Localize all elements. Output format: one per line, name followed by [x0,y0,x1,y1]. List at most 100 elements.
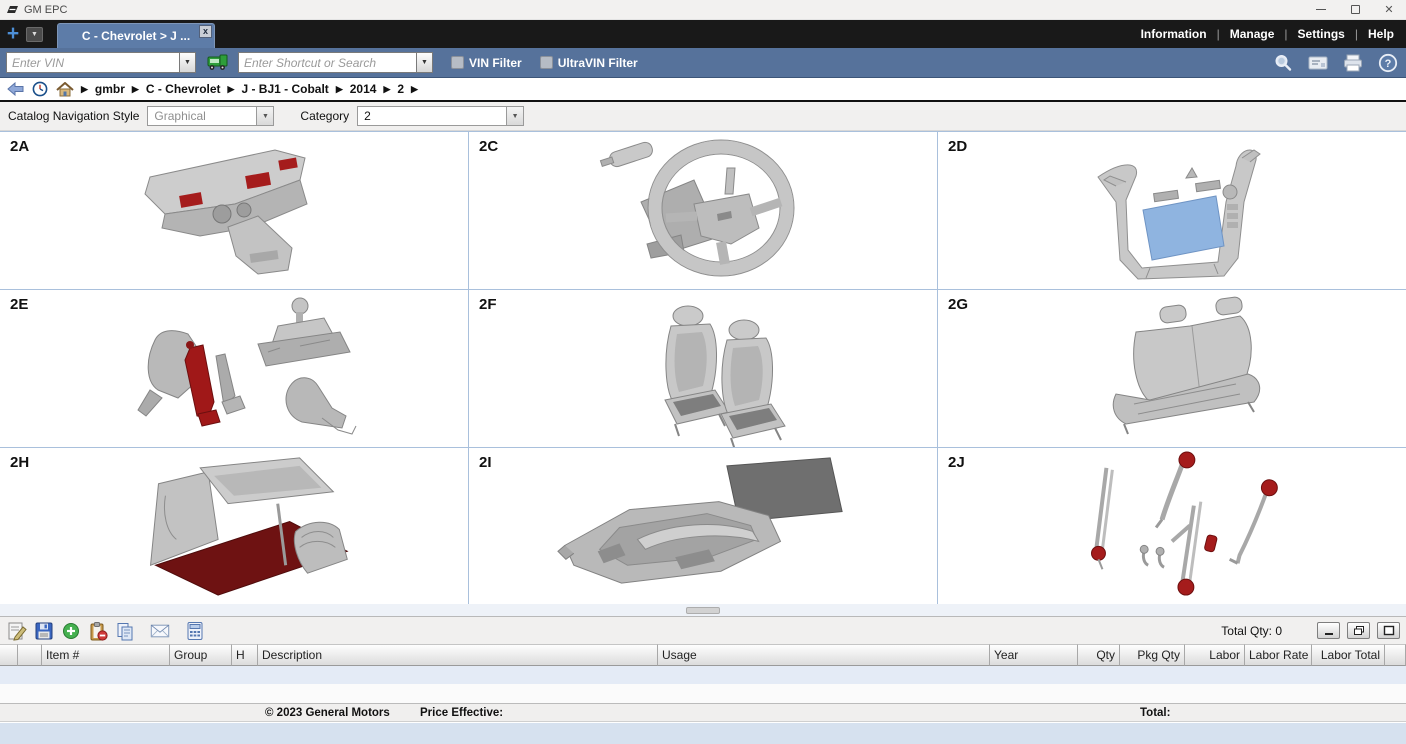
panel-maximize-icon[interactable] [1377,622,1400,639]
menu-item-settings[interactable]: Settings [1298,27,1345,41]
column-header-labor-rate[interactable]: Labor Rate [1245,644,1312,666]
column-header-usage[interactable]: Usage [658,644,990,666]
breadcrumb-separator-icon: ▶ [383,84,390,95]
price-effective-label: Price Effective: [420,707,503,719]
search-icon[interactable] [1271,52,1295,74]
breadcrumb-separator-icon: ▶ [81,84,88,95]
add-item-icon[interactable] [60,620,82,641]
column-header-labor-total[interactable]: Labor Total [1312,644,1385,666]
floor-carpet-illustration [469,448,937,604]
report-calculator-icon[interactable] [184,620,206,641]
copy-icon[interactable] [114,620,136,641]
column-header-select[interactable] [0,644,18,666]
column-header-pkg-qty[interactable]: Pkg Qty [1120,644,1185,666]
home-icon[interactable] [56,81,74,97]
active-catalog-tab[interactable]: C - Chevrolet > J ... x [57,23,215,48]
menu-item-information[interactable]: Information [1141,27,1207,41]
column-header-flag[interactable] [18,644,42,666]
catalog-filter-row: Catalog Navigation Style Graphical ▼ Cat… [0,102,1406,131]
bottom-strip [0,722,1406,744]
title-bar: GM EPC ✕ [0,0,1406,20]
vin-input-group: ▼ [6,52,196,73]
menu-item-manage[interactable]: Manage [1230,27,1275,41]
save-icon[interactable] [33,620,55,641]
category-label: Category [300,109,349,123]
catalog-cell-2E[interactable]: 2E [0,290,468,447]
tab-list-dropdown-icon[interactable]: ▼ [26,27,43,42]
breadcrumb-item-year[interactable]: 2014 [350,82,377,96]
column-header-year[interactable]: Year [990,644,1078,666]
chevron-down-icon: ▼ [256,107,273,125]
catalog-cell-2H[interactable]: 2H [0,448,468,604]
maximize-window-icon[interactable] [1338,0,1372,19]
svg-text:?: ? [1385,58,1392,70]
parts-table-header: Item # Group H Description Usage Year Qt… [0,644,1406,666]
column-header-item[interactable]: Item # [42,644,170,666]
help-icon[interactable]: ? [1376,52,1400,74]
edit-notes-icon[interactable] [6,620,28,641]
print-icon[interactable] [1341,52,1365,74]
tab-label: C - Chevrolet > J ... [82,29,190,43]
category-value: 2 [358,107,506,125]
vin-filter-checkbox-group: VIN Filter [451,56,522,70]
instrument-panel-illustration [0,132,468,289]
breadcrumb-separator-icon: ▶ [132,84,139,95]
total-label: Total: [1140,707,1170,719]
column-header-labor[interactable]: Labor [1185,644,1245,666]
breadcrumb-separator-icon: ▶ [411,84,418,95]
catalog-cell-2F[interactable]: 2F [469,290,937,447]
ultravin-filter-label: UltraVIN Filter [558,56,638,70]
breadcrumb-item-gmbr[interactable]: gmbr [95,82,125,96]
menu-item-help[interactable]: Help [1368,27,1394,41]
catalog-cell-2G[interactable]: 2G [938,290,1406,447]
close-window-icon[interactable]: ✕ [1372,0,1406,19]
parts-toolbar: Total Qty: 0 [0,617,1406,644]
column-header-qty[interactable]: Qty [1078,644,1120,666]
main-menu: Information | Manage | Settings | Help [1141,20,1394,48]
email-icon[interactable] [149,620,171,641]
catalog-cell-2J[interactable]: 2J [938,448,1406,604]
panel-minimize-icon[interactable] [1317,622,1340,639]
tab-close-icon[interactable]: x [199,25,212,38]
vehicle-card-icon[interactable] [1306,52,1330,74]
column-header-group[interactable]: Group [170,644,232,666]
back-arrow-icon[interactable] [6,81,24,97]
vehicle-select-button[interactable] [205,52,229,74]
breadcrumb-item-category[interactable]: 2 [397,82,404,96]
remove-item-icon[interactable] [87,620,109,641]
front-seats-illustration [469,290,937,447]
shortcut-search-input[interactable] [238,52,416,73]
search-toolbar: ▼ ▼ VIN Filter UltraVIN Filter [0,48,1406,78]
category-select[interactable]: 2 ▼ [357,106,524,126]
catalog-cell-2C[interactable]: 2C [469,132,937,289]
column-header-h[interactable]: H [232,644,258,666]
menu-separator: | [1284,27,1287,41]
vin-filter-checkbox[interactable] [451,56,464,69]
window-title: GM EPC [24,4,67,16]
total-qty-label: Total Qty: 0 [1221,624,1282,638]
trunk-trim-illustration [0,448,468,604]
parts-table-body [0,666,1406,703]
ultravin-filter-checkbox[interactable] [540,56,553,69]
menu-separator: | [1355,27,1358,41]
catalog-nav-style-value: Graphical [148,107,256,125]
minimize-window-icon[interactable] [1304,0,1338,19]
column-header-end [1385,644,1406,666]
catalog-cell-2I[interactable]: 2I [469,448,937,604]
vin-dropdown-icon[interactable]: ▼ [179,52,196,73]
shortcut-dropdown-icon[interactable]: ▼ [416,52,433,73]
breadcrumb-item-make[interactable]: C - Chevrolet [146,82,221,96]
breadcrumb-item-model[interactable]: J - BJ1 - Cobalt [241,82,328,96]
history-clock-icon[interactable] [31,81,49,97]
splitter-grip-handle[interactable] [686,607,720,614]
vin-input[interactable] [6,52,179,73]
breadcrumb-separator-icon: ▶ [228,84,235,95]
catalog-cell-2A[interactable]: 2A [0,132,468,289]
app-logo-icon [6,5,19,15]
pedals-shifter-illustration [0,290,468,447]
column-header-description[interactable]: Description [258,644,658,666]
add-tab-button[interactable]: + [0,20,26,48]
catalog-nav-style-select[interactable]: Graphical ▼ [147,106,274,126]
panel-restore-icon[interactable] [1347,622,1370,639]
catalog-cell-2D[interactable]: 2D [938,132,1406,289]
